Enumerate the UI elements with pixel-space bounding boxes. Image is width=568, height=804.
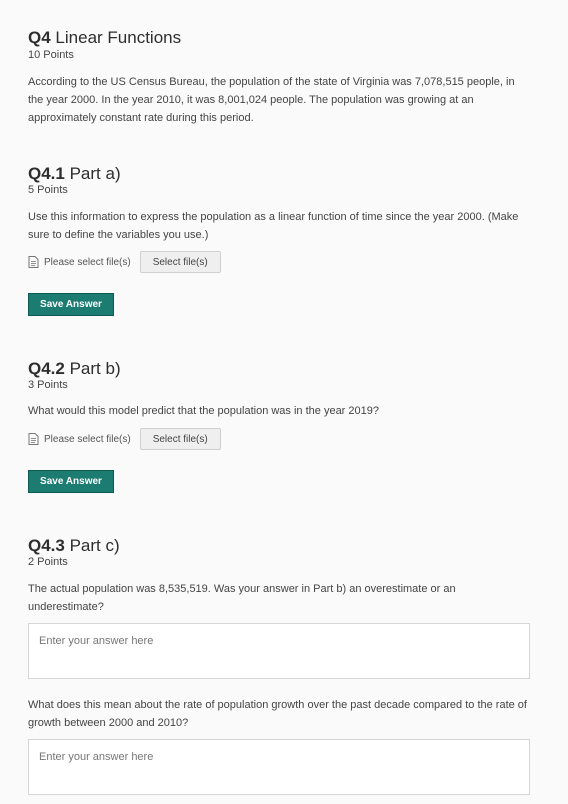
q4-intro: According to the US Census Bureau, the p… bbox=[28, 76, 515, 124]
q43-title-text: Part c) bbox=[69, 536, 120, 555]
q41-file-upload: Please select file(s) Select file(s) bbox=[28, 251, 221, 273]
q42-prompt: What would this model predict that the p… bbox=[28, 405, 379, 417]
file-document-icon bbox=[28, 256, 39, 268]
q43-number: Q4.3 bbox=[28, 536, 65, 555]
q41-prompt: Use this information to express the popu… bbox=[28, 211, 519, 241]
q42-file-label: Please select file(s) bbox=[44, 433, 131, 445]
q42-title-text: Part b) bbox=[69, 359, 121, 378]
q41-select-files-button[interactable]: Select file(s) bbox=[139, 251, 221, 273]
q43-answer-input-2[interactable]: Enter your answer here bbox=[28, 739, 530, 795]
q43-title: Q4.3 Part c) bbox=[28, 536, 120, 556]
q43-prompt-1: The actual population was 8,535,519. Was… bbox=[28, 583, 456, 613]
q42-file-upload: Please select file(s) Select file(s) bbox=[28, 428, 221, 450]
q41-title: Q4.1 Part a) bbox=[28, 164, 121, 184]
q41-points: 5 Points bbox=[28, 184, 68, 196]
q4-title: Q4 Linear Functions bbox=[28, 28, 181, 48]
q41-file-label: Please select file(s) bbox=[44, 256, 131, 268]
q42-select-files-button[interactable]: Select file(s) bbox=[139, 428, 221, 450]
q43-points: 2 Points bbox=[28, 556, 68, 568]
q42-number: Q4.2 bbox=[28, 359, 65, 378]
q41-number: Q4.1 bbox=[28, 164, 65, 183]
q43-answer-input-1[interactable]: Enter your answer here bbox=[28, 623, 530, 679]
q4-points: 10 Points bbox=[28, 49, 74, 61]
q42-save-answer-button[interactable]: Save Answer bbox=[28, 470, 114, 493]
file-document-icon bbox=[28, 433, 39, 445]
q42-title: Q4.2 Part b) bbox=[28, 359, 121, 379]
q4-title-text: Linear Functions bbox=[55, 28, 182, 47]
q4-number: Q4 bbox=[28, 28, 51, 47]
q43-prompt-2: What does this mean about the rate of po… bbox=[28, 699, 527, 729]
q42-points: 3 Points bbox=[28, 379, 68, 391]
q41-save-answer-button[interactable]: Save Answer bbox=[28, 293, 114, 316]
q41-title-text: Part a) bbox=[69, 164, 121, 183]
